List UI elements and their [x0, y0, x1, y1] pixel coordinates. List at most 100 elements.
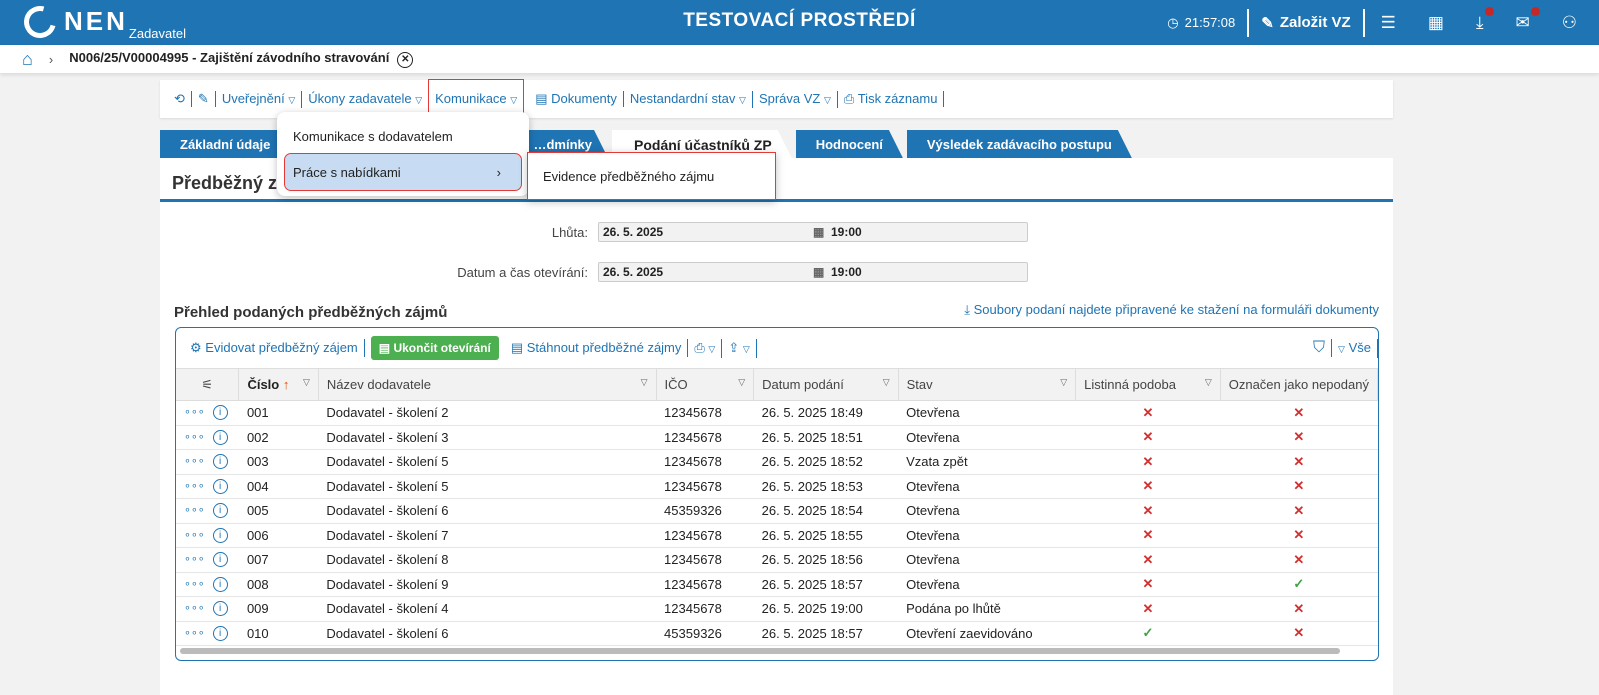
table-row[interactable]: ∘∘∘ i 010 Dodavatel - školení 6 45359326 26. …: [176, 621, 1378, 646]
refresh-icon[interactable]: ⟲: [168, 91, 192, 107]
row-actions[interactable]: ∘∘∘ i: [176, 425, 239, 450]
stahnout-button[interactable]: ▤ Stáhnout předběžné zájmy: [505, 339, 689, 357]
column-header-datum[interactable]: Datum podání ▽: [753, 368, 899, 401]
table-row[interactable]: ∘∘∘ i 007 Dodavatel - školení 8 12345678 26. …: [176, 547, 1378, 573]
more-icon[interactable]: ∘∘∘: [184, 431, 205, 443]
breadcrumb: ⌂ › N006/25/V00004995 - Zajištění závodn…: [0, 45, 1599, 73]
create-vz-button[interactable]: ✎ Založit VZ: [1249, 14, 1362, 32]
filter-all-select[interactable]: ▽ Vše: [1332, 338, 1378, 358]
column-header-cislo[interactable]: Číslo ↑ ▽: [238, 368, 319, 401]
more-icon[interactable]: ∘∘∘: [184, 627, 205, 639]
info-icon[interactable]: i: [212, 503, 228, 519]
column-header-stav[interactable]: Stav ▽: [898, 368, 1077, 401]
print-icon: ⎙: [843, 91, 855, 106]
breadcrumb-item[interactable]: N006/25/V00004995 - Zajištění závodního …: [69, 50, 414, 68]
table-row[interactable]: ∘∘∘ i 003 Dodavatel - školení 5 12345678 26. …: [176, 449, 1378, 475]
cell: 002: [238, 425, 319, 450]
toolbar-uverejneni[interactable]: Uveřejnění ▽: [216, 90, 303, 108]
menu-item-prace-s-nabidkami[interactable]: Práce s nabídkami ›: [284, 153, 522, 191]
cell: 26. 5. 2025 18:52: [753, 449, 899, 475]
toolbar-tisk[interactable]: ⎙ Tisk záznamu: [838, 91, 945, 107]
row-actions[interactable]: ∘∘∘ i: [176, 474, 239, 499]
row-actions[interactable]: ∘∘∘ i: [176, 523, 239, 548]
column-settings-icon[interactable]: ⚟: [176, 368, 240, 401]
menu-icon[interactable]: ☰: [1365, 13, 1412, 33]
edit-icon: ✎: [1261, 14, 1274, 32]
cell: Dodavatel - školení 2: [318, 400, 657, 426]
info-icon[interactable]: i: [212, 552, 228, 568]
table-row[interactable]: ∘∘∘ i 002 Dodavatel - školení 3 12345678 26. …: [176, 425, 1378, 450]
table-row[interactable]: ∘∘∘ i 006 Dodavatel - školení 7 12345678 26. …: [176, 523, 1378, 548]
info-icon[interactable]: i: [212, 429, 228, 445]
export-menu-button[interactable]: ⇪ ▽: [722, 338, 757, 358]
cross-icon: ✕: [1220, 621, 1378, 646]
more-icon[interactable]: ∘∘∘: [184, 504, 205, 516]
more-icon[interactable]: ∘∘∘: [184, 455, 205, 467]
cell: 009: [238, 596, 319, 622]
table-row[interactable]: ∘∘∘ i 009 Dodavatel - školení 4 12345678 26. …: [176, 596, 1378, 622]
info-icon[interactable]: i: [212, 454, 228, 470]
home-icon[interactable]: ⌂: [22, 49, 33, 70]
column-header-nazev[interactable]: Název dodavatele ▽: [318, 368, 657, 401]
print-menu-button[interactable]: ⎙ ▽: [688, 338, 723, 358]
download-icon[interactable]: ⤓: [1460, 6, 1500, 33]
toolbar-nestandardni-stav[interactable]: Nestandardní stav ▽: [624, 90, 753, 108]
info-icon[interactable]: i: [212, 478, 228, 494]
toolbar-ukony[interactable]: Úkony zadavatele ▽: [302, 90, 430, 108]
section-title: Přehled podaných předběžných zájmů: [174, 304, 448, 321]
toolbar-sprava-vz[interactable]: Správa VZ ▽: [753, 90, 838, 108]
row-actions[interactable]: ∘∘∘ i: [176, 596, 239, 622]
tab-hodnoceni[interactable]: Hodnocení: [796, 130, 903, 158]
close-icon[interactable]: ✕: [397, 52, 414, 68]
table-row[interactable]: ∘∘∘ i 004 Dodavatel - školení 5 12345678 26. …: [176, 474, 1378, 499]
document-icon: ▤: [378, 341, 391, 355]
row-actions[interactable]: ∘∘∘ i: [176, 400, 239, 426]
table-row[interactable]: ∘∘∘ i 008 Dodavatel - školení 9 12345678 26. …: [176, 572, 1378, 597]
column-header-ico[interactable]: IČO ▽: [656, 368, 755, 401]
user-icon[interactable]: ⚇: [1546, 13, 1599, 33]
table-row[interactable]: ∘∘∘ i 001 Dodavatel - školení 2 12345678 26. …: [176, 400, 1378, 426]
info-icon[interactable]: i: [212, 625, 228, 641]
menu-item-evidence-predbezneho-zajmu[interactable]: Evidence předběžného zájmu: [543, 169, 714, 184]
info-icon[interactable]: i: [212, 527, 228, 543]
column-header-listinna[interactable]: Listinná podoba ▽: [1075, 368, 1221, 401]
clock-icon: ◷: [1167, 14, 1179, 30]
cell: Vzata zpět: [898, 449, 1076, 475]
more-icon[interactable]: ∘∘∘: [184, 578, 205, 590]
more-icon[interactable]: ∘∘∘: [184, 529, 205, 541]
ukoncit-otevirani-button[interactable]: ▤ Ukončit otevírání: [370, 336, 499, 360]
filter-icon[interactable]: ⛉: [1307, 339, 1333, 357]
submenu: Evidence předběžného zájmu: [527, 152, 776, 200]
more-icon[interactable]: ∘∘∘: [184, 480, 205, 492]
row-actions[interactable]: ∘∘∘ i: [176, 498, 239, 524]
row-actions[interactable]: ∘∘∘ i: [176, 621, 239, 646]
calendar-icon[interactable]: ▦: [1412, 13, 1460, 33]
download-note-link[interactable]: ⤓ Soubory podaní najdete připravené ke s…: [964, 302, 1379, 318]
toolbar-dokumenty[interactable]: ▤ Dokumenty: [529, 91, 624, 107]
calendar-icon: ▦: [813, 265, 825, 279]
tab-vysledek[interactable]: Výsledek zadávacího postupu: [907, 130, 1132, 158]
evidovat-button[interactable]: ⚙ Evidovat předběžný zájem: [184, 339, 365, 357]
cell: 26. 5. 2025 18:49: [753, 400, 899, 426]
cell: 004: [238, 474, 319, 499]
column-header-nepodany[interactable]: Označen jako nepodaný: [1220, 368, 1378, 401]
more-icon[interactable]: ∘∘∘: [184, 406, 205, 418]
row-actions[interactable]: ∘∘∘ i: [176, 547, 239, 573]
menu-item-komunikace-s-dodavatelem[interactable]: Komunikace s dodavatelem: [277, 118, 529, 154]
datum-otevirani-input[interactable]: 26. 5. 2025 ▦ 19:00: [598, 262, 1028, 282]
more-icon[interactable]: ∘∘∘: [184, 553, 205, 565]
cell: 006: [238, 523, 319, 548]
edit-icon[interactable]: ✎: [192, 91, 216, 107]
lhuta-input[interactable]: 26. 5. 2025 ▦ 19:00: [598, 222, 1028, 242]
row-actions[interactable]: ∘∘∘ i: [176, 449, 239, 475]
table-row[interactable]: ∘∘∘ i 005 Dodavatel - školení 6 45359326 26. …: [176, 498, 1378, 524]
download-doc-icon: ▤: [510, 340, 524, 355]
more-icon[interactable]: ∘∘∘: [184, 602, 205, 614]
info-icon[interactable]: i: [212, 576, 228, 592]
horizontal-scrollbar[interactable]: [180, 648, 1340, 654]
cross-icon: ✕: [1220, 400, 1378, 426]
info-icon[interactable]: i: [212, 405, 228, 421]
row-actions[interactable]: ∘∘∘ i: [176, 572, 239, 597]
mail-icon[interactable]: ✉: [1500, 6, 1546, 33]
info-icon[interactable]: i: [212, 601, 228, 617]
